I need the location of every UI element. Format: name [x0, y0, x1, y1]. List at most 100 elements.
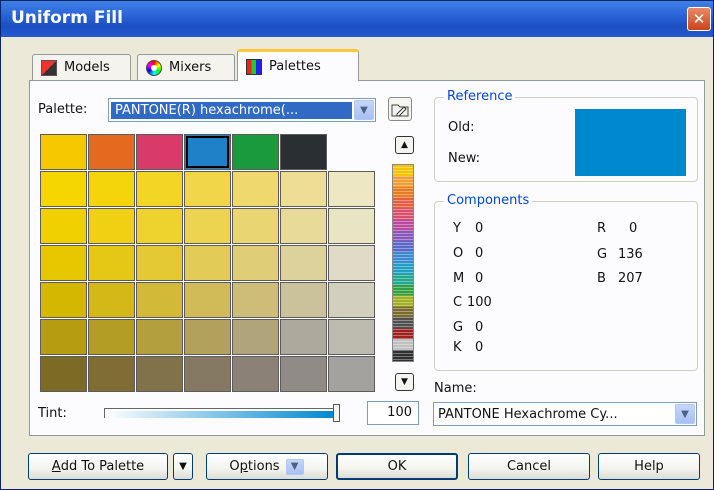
color-swatch[interactable]	[280, 356, 327, 392]
open-palette-button[interactable]	[388, 97, 412, 121]
color-swatch[interactable]	[232, 171, 279, 207]
folder-edit-icon	[391, 104, 409, 117]
component-y-value[interactable]: 0	[475, 221, 483, 236]
color-swatch[interactable]	[40, 208, 87, 244]
color-swatch[interactable]	[88, 134, 135, 170]
color-swatch[interactable]	[232, 356, 279, 392]
add-to-palette-dropdown-button[interactable]: ▼	[173, 453, 193, 480]
color-swatch[interactable]	[184, 356, 231, 392]
color-swatch[interactable]	[88, 319, 135, 355]
component-m-name: M	[453, 271, 465, 286]
tint-slider[interactable]	[104, 404, 340, 422]
palette-color-strip[interactable]	[392, 164, 414, 362]
chevron-down-icon[interactable]: ▼	[354, 100, 374, 120]
palette-scroll-down-button[interactable]: ▼	[395, 373, 414, 391]
title-bar: Uniform Fill ✕	[1, 1, 713, 37]
name-select[interactable]: PANTONE Hexachrome Cy... ▼	[433, 402, 697, 426]
color-swatch[interactable]	[280, 245, 327, 281]
chevron-down-icon: ▼	[285, 458, 304, 475]
add-to-palette-button[interactable]: Add To Palette	[28, 453, 168, 480]
component-c-value[interactable]: 100	[467, 295, 492, 310]
color-swatch[interactable]	[280, 319, 327, 355]
color-swatch[interactable]	[88, 282, 135, 318]
ok-button[interactable]: OK	[336, 453, 458, 480]
component-m-value[interactable]: 0	[475, 271, 483, 286]
color-swatch[interactable]	[232, 319, 279, 355]
color-swatch[interactable]	[184, 134, 231, 170]
old-label: Old:	[448, 120, 475, 135]
color-swatch[interactable]	[40, 356, 87, 392]
palette-scroll-up-button[interactable]: ▲	[395, 136, 414, 154]
color-swatch[interactable]	[328, 208, 375, 244]
color-swatch[interactable]	[232, 134, 279, 170]
tint-slider-thumb[interactable]	[333, 404, 340, 422]
tab-models[interactable]: Models	[32, 54, 131, 80]
tint-value-field[interactable]: 100	[367, 401, 419, 425]
new-label: New:	[448, 151, 481, 166]
color-swatch[interactable]	[88, 208, 135, 244]
component-b-value[interactable]: 207	[618, 271, 643, 286]
color-swatch[interactable]	[280, 171, 327, 207]
color-swatch[interactable]	[328, 171, 375, 207]
color-swatch[interactable]	[328, 282, 375, 318]
color-swatch[interactable]	[184, 245, 231, 281]
color-swatch[interactable]	[184, 171, 231, 207]
color-swatch[interactable]	[136, 319, 183, 355]
component-k-value[interactable]: 0	[475, 340, 483, 355]
component-green-value[interactable]: 136	[618, 247, 643, 262]
component-c-name: C	[453, 295, 463, 310]
color-swatch[interactable]	[40, 282, 87, 318]
color-swatch[interactable]	[232, 245, 279, 281]
uniform-fill-dialog: Uniform Fill ✕ Models Mixers Palettes Pa…	[0, 0, 714, 490]
reference-color-swatch	[575, 109, 686, 176]
palettes-icon	[246, 58, 262, 75]
color-swatch[interactable]	[40, 245, 87, 281]
palette-select-value: PANTONE(R) hexachrome(...	[111, 101, 352, 119]
tab-mixers-label: Mixers	[169, 60, 212, 75]
color-swatch[interactable]	[328, 319, 375, 355]
ok-label: OK	[387, 459, 407, 474]
color-swatch[interactable]	[184, 282, 231, 318]
component-o-value[interactable]: 0	[475, 246, 483, 261]
color-swatch[interactable]	[88, 245, 135, 281]
arrow-up-icon: ▲	[401, 140, 408, 150]
component-g-value[interactable]: 0	[475, 320, 483, 335]
color-swatch[interactable]	[88, 171, 135, 207]
tint-slider-fill	[105, 411, 336, 418]
color-swatch[interactable]	[184, 319, 231, 355]
color-swatch[interactable]	[40, 171, 87, 207]
components-group	[434, 201, 698, 371]
component-r-value[interactable]: 0	[629, 221, 637, 236]
color-swatch[interactable]	[88, 356, 135, 392]
color-swatch[interactable]	[328, 356, 375, 392]
help-button[interactable]: Help	[598, 453, 700, 480]
palette-select[interactable]: PANTONE(R) hexachrome(... ▼	[108, 98, 376, 122]
color-swatch[interactable]	[136, 208, 183, 244]
color-swatch[interactable]	[40, 134, 87, 170]
tab-mixers[interactable]: Mixers	[137, 54, 235, 80]
color-swatch[interactable]	[136, 171, 183, 207]
color-swatch[interactable]	[40, 319, 87, 355]
color-swatch[interactable]	[280, 282, 327, 318]
cancel-button[interactable]: Cancel	[468, 453, 590, 480]
add-to-palette-mnemonic: A	[51, 459, 61, 474]
models-icon	[41, 59, 57, 76]
color-swatch[interactable]	[136, 134, 183, 170]
component-b-name: B	[597, 271, 606, 286]
tab-models-label: Models	[64, 60, 110, 75]
color-swatch[interactable]	[280, 208, 327, 244]
color-swatch[interactable]	[232, 208, 279, 244]
close-button[interactable]: ✕	[687, 7, 711, 31]
color-swatch[interactable]	[232, 282, 279, 318]
color-swatch[interactable]	[136, 282, 183, 318]
color-swatch[interactable]	[280, 134, 327, 170]
options-button[interactable]: Options ▼	[206, 453, 328, 480]
chevron-down-icon[interactable]: ▼	[675, 404, 695, 424]
components-title: Components	[444, 193, 533, 208]
options-label-end: tions	[247, 459, 280, 474]
color-swatch[interactable]	[328, 245, 375, 281]
tab-palettes[interactable]: Palettes	[237, 49, 359, 81]
color-swatch[interactable]	[136, 356, 183, 392]
color-swatch[interactable]	[136, 245, 183, 281]
color-swatch[interactable]	[184, 208, 231, 244]
